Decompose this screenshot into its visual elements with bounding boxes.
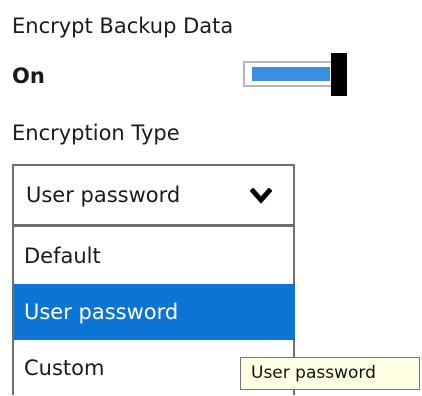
encryption-type-select[interactable]: User password — [12, 164, 295, 226]
option-default[interactable]: Default — [14, 228, 295, 284]
encrypt-backup-title: Encrypt Backup Data — [12, 14, 234, 38]
chevron-down-icon — [250, 188, 272, 204]
encryption-type-selected-value: User password — [26, 183, 181, 207]
option-user-password[interactable]: User password — [14, 284, 295, 340]
encrypt-backup-toggle[interactable] — [243, 53, 347, 97]
encrypt-backup-state-label: On — [12, 64, 45, 88]
toggle-fill — [252, 67, 330, 81]
tooltip: User password — [240, 357, 420, 390]
toggle-thumb[interactable] — [331, 53, 347, 96]
encryption-type-title: Encryption Type — [12, 121, 180, 145]
